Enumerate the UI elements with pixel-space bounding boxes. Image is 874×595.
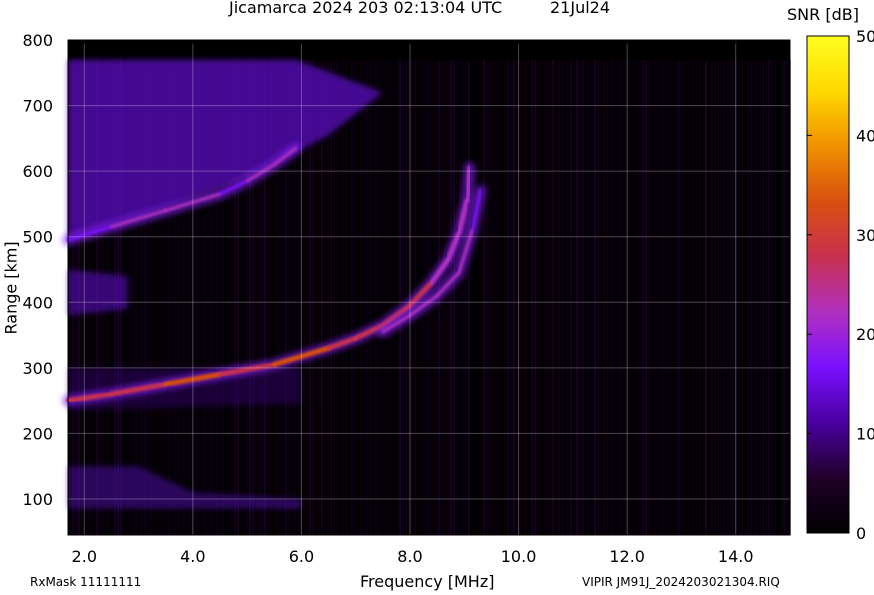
- y-tick-label: 100: [22, 490, 53, 509]
- y-tick-label: 200: [22, 424, 53, 443]
- colorbar: [806, 35, 850, 534]
- y-tick-label: 500: [22, 228, 53, 247]
- x-tick-labels: 2.0 4.0 6.0 8.0 10.0 12.0 14.0: [72, 547, 754, 566]
- colorbar-tick-label: 40: [856, 126, 874, 145]
- y-tick-label: 300: [22, 359, 53, 378]
- trace-segment: [464, 165, 473, 204]
- ionogram-plot: 2.0 4.0 6.0 8.0 10.0 12.0 14.0 100200300400500…: [22, 27, 874, 566]
- colorbar-tick-label: 10: [856, 425, 874, 444]
- x-tick-label: 12.0: [609, 547, 645, 566]
- colorbar-tick-label: 50: [856, 27, 874, 46]
- y-tick-label: 700: [22, 97, 53, 116]
- y-tick-label: 600: [22, 162, 53, 181]
- x-tick-label: 8.0: [397, 547, 422, 566]
- colorbar-tick-label: 30: [856, 226, 874, 245]
- x-tick-label: 2.0: [72, 547, 97, 566]
- x-tick-label: 10.0: [501, 547, 537, 566]
- y-tick-labels: 100 200 300 400 500 600 700 800: [22, 31, 53, 509]
- colorbar-tick-label: 20: [856, 325, 874, 344]
- colorbar-tick-label: 0: [856, 524, 866, 543]
- y-tick-label: 800: [22, 31, 53, 50]
- y-tick-label: 400: [22, 293, 53, 312]
- x-tick-label: 4.0: [180, 547, 205, 566]
- x-tick-label: 14.0: [718, 547, 754, 566]
- x-tick-label: 6.0: [289, 547, 314, 566]
